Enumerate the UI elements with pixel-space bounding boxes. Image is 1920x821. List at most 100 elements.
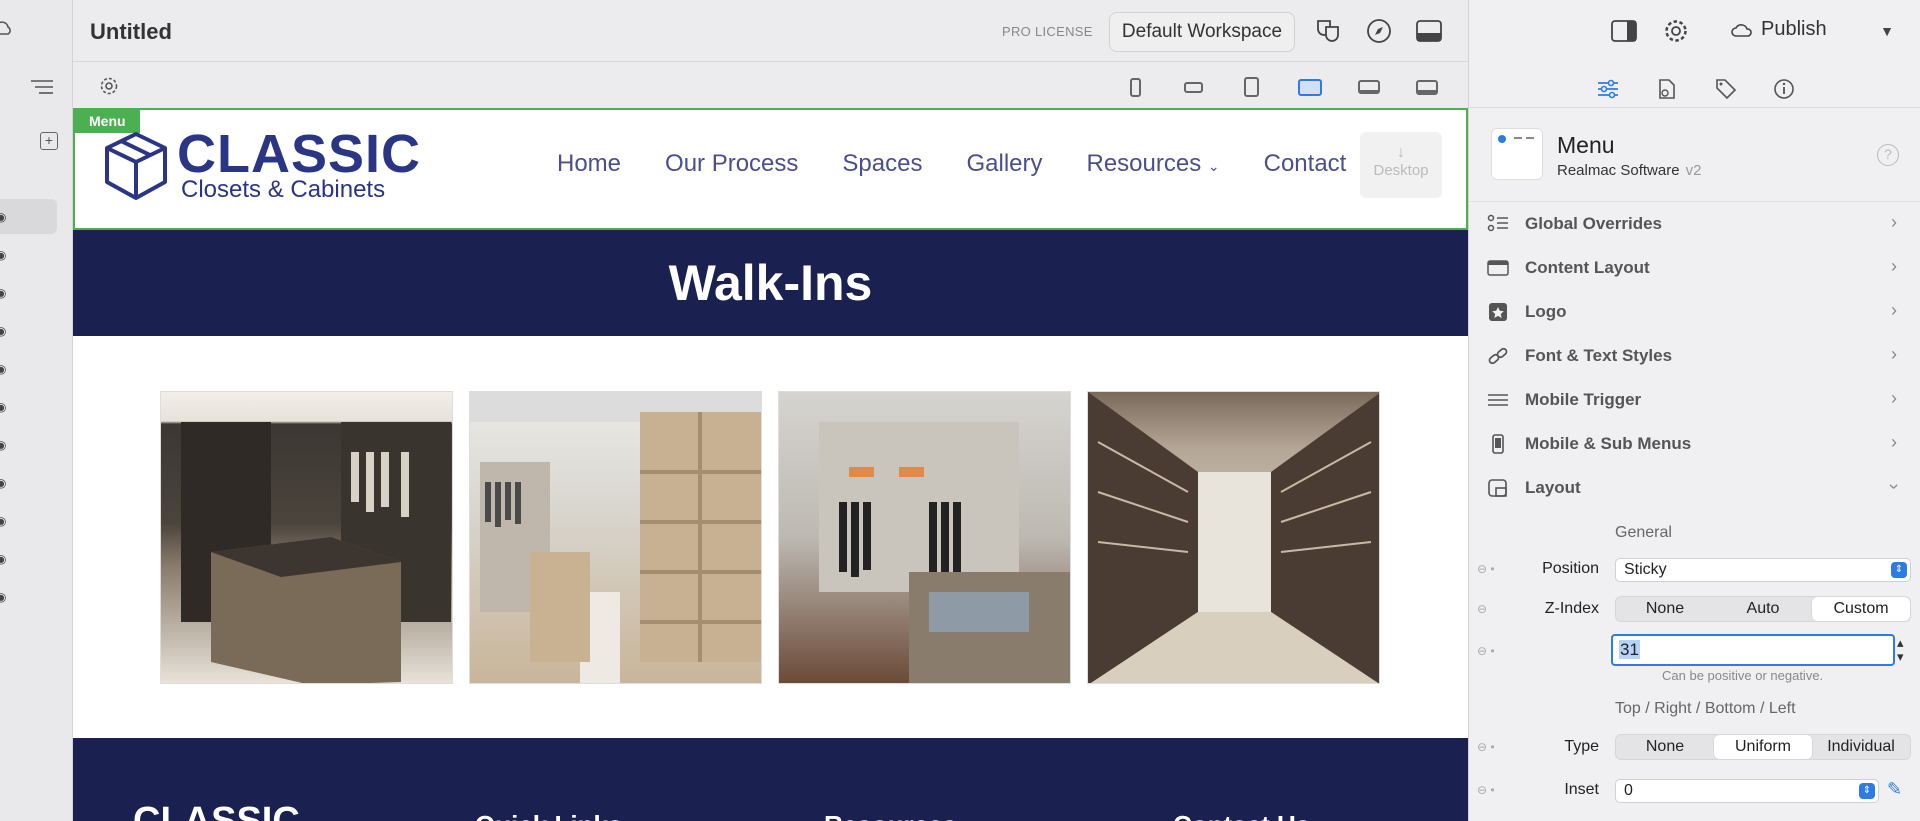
logo-star-icon [1489,303,1507,321]
link-toggle-icon[interactable]: ⊖ • [1477,644,1495,658]
component-vendor-name: Realmac Software [1557,162,1680,179]
eye-icon[interactable]: ◉ [0,514,6,528]
zindex-label: Z-Index [1544,600,1599,617]
publish-button[interactable]: Publish [1731,18,1827,41]
theater-masks-icon[interactable] [1313,16,1343,46]
section-global-overrides[interactable]: Global Overrides › [1469,202,1920,246]
closet-wardrobe-image [819,422,1070,683]
eye-icon[interactable]: ◉ [0,362,6,376]
type-option-uniform[interactable]: Uniform [1714,735,1812,759]
section-logo[interactable]: Logo › [1469,290,1920,334]
cloud-icon[interactable] [0,18,14,40]
layer-row[interactable]: ◉ [0,503,57,538]
position-select[interactable]: Sticky ⇕ [1615,558,1911,582]
layer-row[interactable]: ◉ [0,351,57,386]
section-layout[interactable]: Layout › [1469,466,1920,510]
gallery-photo[interactable] [1087,391,1380,684]
publish-menu-chevron-icon[interactable]: ▼ [1872,16,1902,46]
photo-gallery [160,391,1380,684]
zindex-value: 31 [1619,640,1640,659]
gallery-photo[interactable] [469,391,762,684]
device-tablet-landscape-icon[interactable] [1296,76,1324,98]
section-content-layout[interactable]: Content Layout › [1469,246,1920,290]
section-font-text-styles[interactable]: Font & Text Styles › [1469,334,1920,378]
help-icon[interactable]: ? [1877,144,1899,166]
device-desktop-icon[interactable] [1413,76,1441,98]
tab-info-icon[interactable] [1771,76,1797,102]
link-toggle-icon[interactable]: ⊖ • [1477,562,1495,576]
section-mobile-sub-menus[interactable]: Mobile & Sub Menus › [1469,422,1920,466]
link-toggle-icon[interactable]: ⊖ [1477,602,1487,616]
layer-row[interactable]: ◉ [0,579,57,614]
link-toggle-icon[interactable]: ⊖ • [1477,783,1495,797]
eye-icon[interactable]: ◉ [0,324,6,338]
sidebar-toggle-icon[interactable] [1609,16,1639,46]
nav-home[interactable]: Home [557,150,621,178]
layer-row[interactable]: ◉ [0,427,57,462]
type-option-none[interactable]: None [1616,735,1714,759]
section-mobile-trigger[interactable]: Mobile Trigger › [1469,378,1920,422]
device-phone-portrait-icon[interactable] [1121,76,1149,98]
device-phone-landscape-icon[interactable] [1179,76,1207,98]
outline-list-icon[interactable] [29,78,55,96]
gallery-photo[interactable] [160,391,453,684]
device-tablet-portrait-icon[interactable] [1237,76,1265,98]
device-laptop-icon[interactable] [1355,76,1383,98]
type-option-individual[interactable]: Individual [1812,735,1910,759]
eye-icon[interactable]: ◉ [0,400,6,414]
nav-contact[interactable]: Contact [1264,150,1347,178]
gear-icon[interactable] [1661,16,1691,46]
tab-tag-icon[interactable] [1713,76,1739,102]
zindex-option-none[interactable]: None [1616,597,1714,621]
inspector-toolbar: Publish ▼ [1469,0,1920,62]
nav-our-process[interactable]: Our Process [665,150,798,178]
layer-row[interactable]: ◉ [0,313,57,348]
workspace-button[interactable]: Default Workspace [1109,12,1295,52]
site-menu-bar[interactable]: Menu CLASSIC Closets & Cabinets Home Our… [73,108,1468,230]
overrides-icon [1487,214,1508,232]
nav-gallery[interactable]: Gallery [966,150,1042,178]
eye-icon[interactable]: ◉ [0,590,6,604]
eye-icon[interactable]: ◉ [0,476,6,490]
stepper-icon[interactable]: ▴ ▾ [1897,636,1904,664]
layers-sidebar: + ◉ ◉ ◉ ◉ ◉ ◉ ◉ ◉ ◉ ◉ ◉ [0,0,73,821]
tab-properties-sliders-icon[interactable] [1595,76,1621,102]
layer-row[interactable]: ◉ [0,465,57,500]
eye-icon[interactable]: ◉ [0,438,6,452]
gallery-photo[interactable] [778,391,1071,684]
tab-page-settings-icon[interactable] [1654,76,1680,102]
site-logo[interactable]: CLASSIC Closets & Cabinets [103,127,421,203]
zindex-value-input[interactable]: 31 [1611,634,1895,666]
publish-label: Publish [1761,18,1827,40]
nav-resources[interactable]: Resources ⌄ [1087,150,1220,178]
eye-icon[interactable]: ◉ [0,552,6,566]
add-layer-icon[interactable]: + [40,132,58,150]
logo-sub-text: Closets & Cabinets [181,176,386,203]
eyedropper-icon[interactable]: ✎ [1887,779,1902,800]
position-value: Sticky [1624,561,1667,578]
inset-select[interactable]: 0 ⇕ [1615,779,1879,803]
zindex-option-custom[interactable]: Custom [1812,597,1910,621]
closet-corridor-image [1088,392,1379,683]
breakpoint-label: Desktop [1373,162,1429,179]
cloud-icon [1731,23,1752,37]
link-toggle-icon[interactable]: ⊖ • [1477,740,1495,754]
eye-icon[interactable]: ◉ [0,248,6,262]
zindex-option-auto[interactable]: Auto [1714,597,1812,621]
section-label: Mobile Trigger [1525,390,1642,409]
type-label: Type [1564,738,1599,755]
layer-row[interactable]: ◉ [0,275,57,310]
nav-spaces[interactable]: Spaces [842,150,922,178]
footer-heading-resources: Resources [824,810,957,821]
layer-row[interactable]: ◉ [0,541,57,576]
panel-bottom-icon[interactable] [1414,16,1444,46]
eye-icon[interactable]: ◉ [0,286,6,300]
compass-icon[interactable] [1364,16,1394,46]
layer-row[interactable]: ◉ [0,237,57,272]
layer-row[interactable]: ◉ [0,389,57,424]
page-settings-gear-icon[interactable] [99,76,119,96]
component-version: v2 [1685,162,1702,179]
layer-row[interactable]: ◉ [0,199,57,234]
document-title[interactable]: Untitled [90,19,172,45]
eye-icon[interactable]: ◉ [0,210,6,224]
